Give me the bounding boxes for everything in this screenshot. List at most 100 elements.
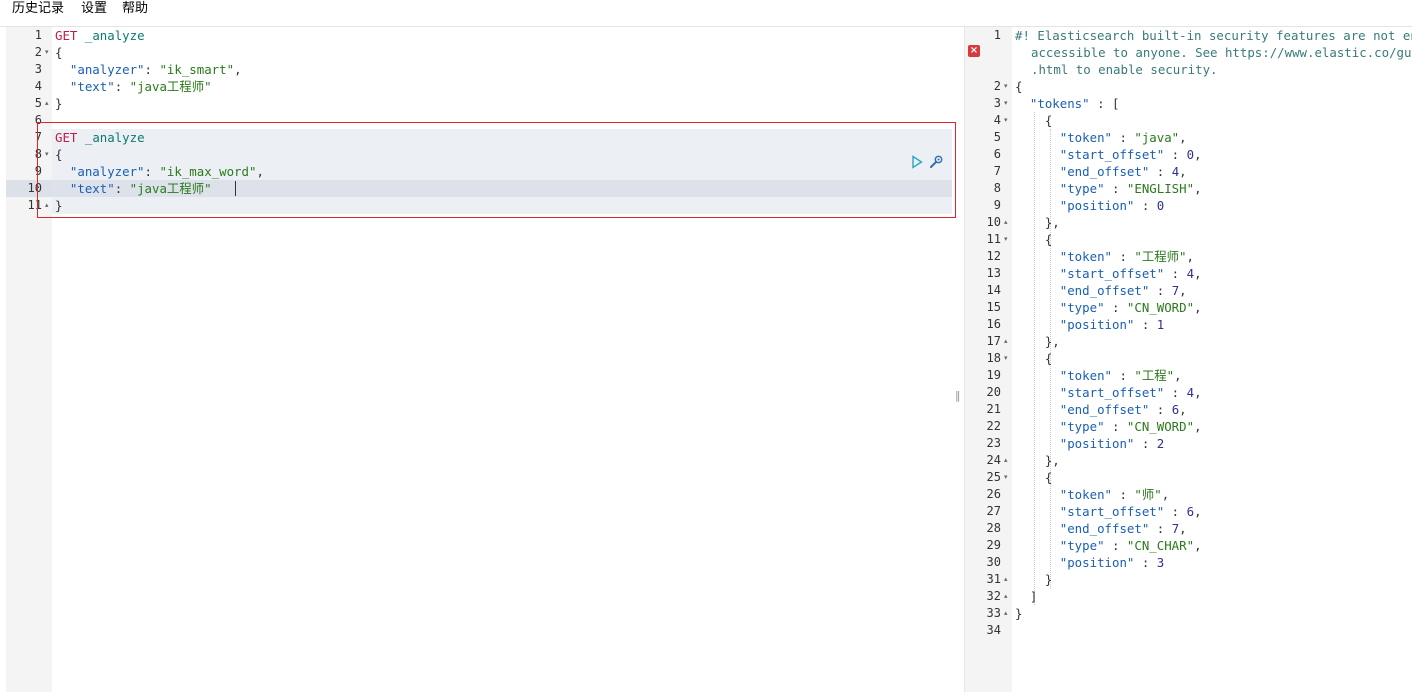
code-token: ,: [1174, 368, 1182, 383]
code-token: "start_offset": [1059, 266, 1165, 281]
code-token: "type": [1059, 538, 1105, 553]
menu-settings[interactable]: 设置: [81, 1, 107, 17]
fold-expand-icon[interactable]: ▴: [1004, 605, 1008, 622]
fold-collapse-icon[interactable]: ▾: [1004, 78, 1008, 95]
code-token: "type": [1059, 419, 1105, 434]
code-token: :: [144, 62, 160, 77]
code-token: ,: [1179, 283, 1187, 298]
code-token: "analyzer": [69, 62, 145, 77]
code-token: 4: [1186, 266, 1195, 281]
code-token: "师": [1134, 487, 1162, 502]
response-gutter: 1 × 2 ▾ 3 ▾ 4 ▾ 5 6 7 8 9 10 ▴ 11 ▾ 12 13 14 15 16 17 ▴ 18 ▾ 19 2…: [965, 27, 1012, 692]
code-token: "token": [1059, 130, 1112, 145]
code-token: "tokens": [1029, 96, 1090, 111]
fold-collapse-icon[interactable]: ▾: [45, 44, 49, 61]
fold-expand-icon[interactable]: ▴: [1004, 588, 1008, 605]
menu-help[interactable]: 帮助: [122, 1, 148, 17]
code-token: 0: [1156, 198, 1165, 213]
code-token: "token": [1059, 368, 1112, 383]
line-number: 34: [986, 623, 1001, 637]
code-line: "token" : "师",: [1015, 486, 1169, 503]
code-line: "start_offset" : 4,: [1015, 384, 1202, 401]
code-token: ,: [1194, 504, 1202, 519]
security-comment-line-1: #! Elasticsearch built-in security featu…: [1015, 28, 1412, 43]
code-token: ,: [1194, 266, 1202, 281]
code-line: },: [1015, 452, 1060, 469]
code-token: "ik_smart": [159, 62, 235, 77]
line-number: 7: [993, 164, 1001, 178]
line-number: 27: [986, 504, 1001, 518]
menu-history[interactable]: 历史记录: [12, 1, 64, 17]
code-token: "end_offset": [1059, 164, 1150, 179]
line-number: 21: [986, 402, 1001, 416]
code-token: ,: [1194, 147, 1202, 162]
code-token: ]: [1015, 589, 1038, 604]
line-number: 3: [993, 96, 1001, 110]
code-line: "token" : "工程师",: [1015, 248, 1194, 265]
code-token: ,: [1194, 538, 1202, 553]
fold-collapse-icon[interactable]: ▾: [1004, 95, 1008, 112]
fold-collapse-icon[interactable]: ▾: [1004, 231, 1008, 248]
code-line: "position" : 1: [1015, 316, 1164, 333]
fold-collapse-icon[interactable]: ▾: [1004, 469, 1008, 486]
code-token: :: [1149, 283, 1172, 298]
line-number: 10: [986, 215, 1001, 229]
code-token: "CN_CHAR": [1126, 538, 1195, 553]
line-number: 30: [986, 555, 1001, 569]
error-icon[interactable]: ×: [968, 45, 980, 57]
code-token: "position": [1059, 436, 1135, 451]
code-token: ,: [1179, 402, 1187, 417]
code-line: "type" : "ENGLISH",: [1015, 180, 1202, 197]
line-number: 26: [986, 487, 1001, 501]
line-number: 28: [986, 521, 1001, 535]
line-number: 6: [993, 147, 1001, 161]
code-token: {: [1015, 351, 1053, 366]
code-token: }: [1015, 572, 1053, 587]
fold-collapse-icon[interactable]: ▾: [1004, 112, 1008, 129]
code-token: :: [1104, 181, 1127, 196]
fold-expand-icon[interactable]: ▴: [1004, 452, 1008, 469]
line-number: 24: [986, 453, 1001, 467]
code-line: }: [1015, 605, 1022, 622]
line-number: 5: [993, 130, 1001, 144]
code-line: "token" : "工程",: [1015, 367, 1182, 384]
code-token: "position": [1059, 317, 1135, 332]
code-token: GET: [55, 28, 78, 43]
code-line: "start_offset" : 0,: [1015, 146, 1202, 163]
code-token: :: [1104, 300, 1127, 315]
code-token: _analyze: [84, 28, 145, 43]
resize-handle[interactable]: ‖: [955, 388, 961, 404]
line-number: 20: [986, 385, 1001, 399]
line-number: 23: [986, 436, 1001, 450]
fold-expand-icon[interactable]: ▴: [45, 95, 49, 112]
fold-expand-icon[interactable]: ▴: [1004, 333, 1008, 350]
code-token: "position": [1059, 198, 1135, 213]
fold-expand-icon[interactable]: ▴: [1004, 214, 1008, 231]
fold-collapse-icon[interactable]: ▾: [1004, 350, 1008, 367]
code-token: ,: [1194, 385, 1202, 400]
code-token: ,: [1179, 130, 1187, 145]
code-token: ,: [234, 62, 242, 77]
response-viewer[interactable]: 1 × 2 ▾ 3 ▾ 4 ▾ 5 6 7 8 9 10 ▴ 11 ▾ 12 13 14 15 16 17 ▴ 18 ▾ 19 2…: [964, 27, 1412, 692]
code-token: "end_offset": [1059, 283, 1150, 298]
code-token: :: [1134, 436, 1157, 451]
code-line: {: [1015, 350, 1052, 367]
code-token: },: [1015, 334, 1060, 349]
code-token: ,: [1179, 164, 1187, 179]
selected-request-outline: [37, 122, 956, 218]
code-line: "token" : "java",: [1015, 129, 1187, 146]
code-token: "start_offset": [1059, 504, 1165, 519]
code-line: },: [1015, 333, 1060, 350]
fold-expand-icon[interactable]: ▴: [1004, 571, 1008, 588]
code-line: "end_offset" : 7,: [1015, 520, 1187, 537]
